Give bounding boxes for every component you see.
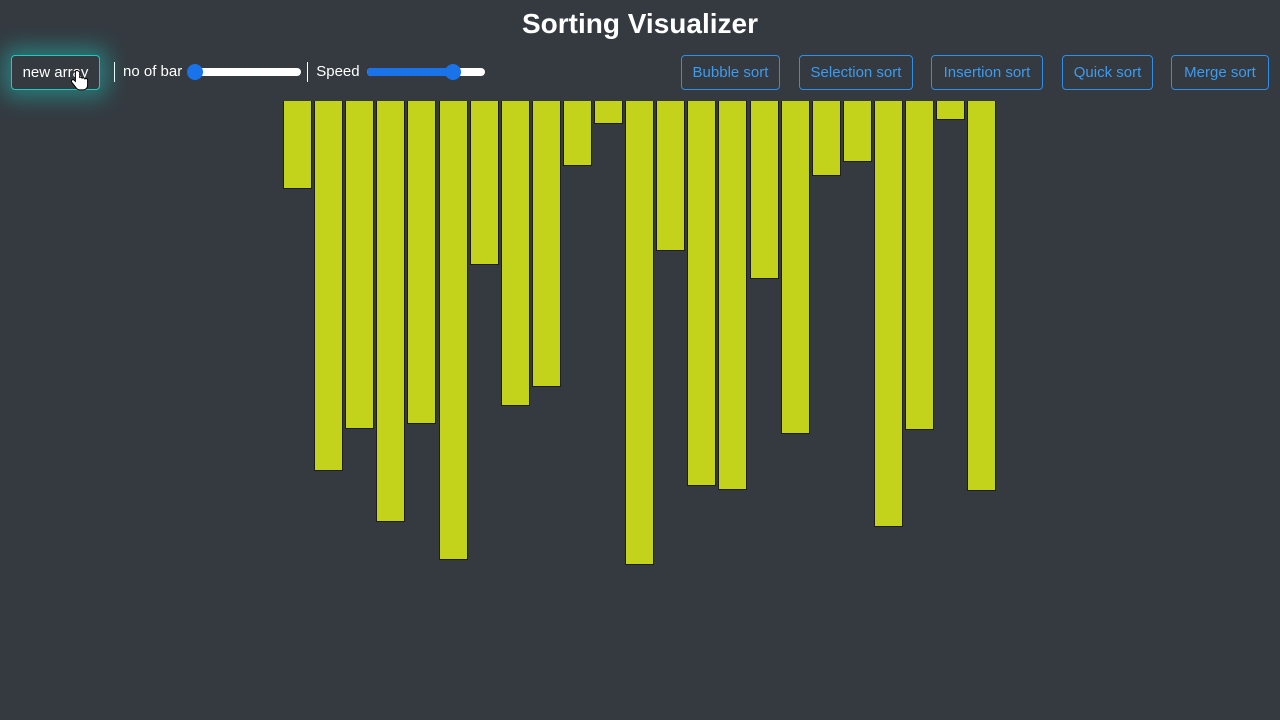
array-bar <box>718 101 747 490</box>
sort-buttons: Bubble sort Selection sort Insertion sor… <box>0 55 1280 90</box>
array-bar <box>439 101 468 560</box>
array-bar <box>625 101 654 565</box>
array-bar <box>967 101 996 491</box>
array-bar <box>283 101 312 189</box>
array-bars <box>283 101 997 571</box>
array-bar <box>843 101 872 162</box>
array-bar <box>594 101 623 124</box>
array-bar <box>470 101 499 265</box>
array-bar <box>812 101 841 176</box>
array-bar <box>905 101 934 430</box>
array-bar <box>563 101 592 166</box>
selection-sort-button[interactable]: Selection sort <box>799 55 913 90</box>
array-bar <box>501 101 530 406</box>
array-bar <box>345 101 374 429</box>
array-bar <box>656 101 685 251</box>
array-bar <box>874 101 903 527</box>
app-root: Sorting Visualizer new array no of bar S… <box>0 0 1280 720</box>
array-bar <box>314 101 343 471</box>
insertion-sort-button[interactable]: Insertion sort <box>931 55 1043 90</box>
array-bar <box>407 101 436 424</box>
array-bar <box>936 101 965 120</box>
array-bar <box>750 101 779 279</box>
merge-sort-button[interactable]: Merge sort <box>1171 55 1269 90</box>
quick-sort-button[interactable]: Quick sort <box>1062 55 1153 90</box>
array-bar <box>532 101 561 387</box>
array-bar <box>376 101 405 522</box>
array-bar <box>781 101 810 434</box>
bubble-sort-button[interactable]: Bubble sort <box>681 55 780 90</box>
page-title: Sorting Visualizer <box>522 8 758 39</box>
array-bar <box>687 101 716 486</box>
